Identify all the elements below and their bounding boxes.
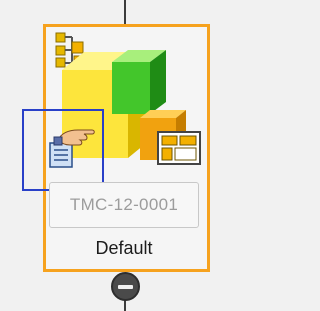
selection-box	[22, 109, 104, 191]
remove-minus-icon	[118, 285, 133, 289]
card-name-label: Default	[95, 237, 153, 258]
id-field[interactable]: TMC-12-0001	[49, 182, 199, 228]
layout-grid-icon	[157, 131, 201, 165]
canvas: TMC-12-0001 Default	[0, 0, 244, 311]
remove-button[interactable]	[111, 272, 140, 301]
